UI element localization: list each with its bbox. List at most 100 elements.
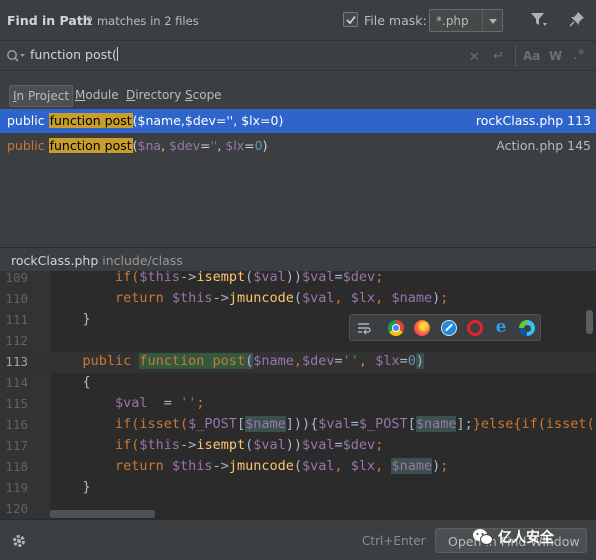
new-line-icon[interactable]: ↵: [493, 49, 504, 64]
code-token: $val: [253, 271, 286, 285]
file-mask-checkbox[interactable]: [343, 12, 358, 27]
code-token: }else{if(isset(: [472, 416, 595, 432]
code-token: jmuncode: [228, 458, 294, 474]
preview-file-path: include/class: [102, 253, 183, 268]
line-number: 116: [5, 417, 28, 432]
divider: [515, 45, 516, 67]
code-token: ;: [375, 437, 384, 453]
result-row[interactable]: public function post($na, $dev='', $lx=0…: [0, 134, 596, 158]
code-token: $this: [171, 458, 213, 474]
line-number: 120: [5, 501, 28, 516]
pin-icon[interactable]: [569, 11, 585, 30]
search-icon[interactable]: [6, 49, 26, 66]
code-token: ->: [180, 437, 197, 453]
result-code: public function post($na, $dev='', $lx=0…: [7, 138, 268, 153]
gear-icon[interactable]: [10, 532, 28, 553]
wechat-logo-icon: [472, 527, 494, 550]
code-token: $name: [391, 458, 433, 474]
result-token: ,: [161, 138, 170, 153]
file-mask-combobox[interactable]: *.php: [429, 9, 503, 32]
code-token: ,: [293, 353, 302, 369]
code-token: $_POST: [358, 416, 408, 432]
code-token: ): [432, 290, 441, 306]
edge-icon[interactable]: [519, 320, 535, 336]
result-location: rockClass.php 113: [475, 113, 591, 128]
code-line: 119 }: [0, 478, 596, 499]
firefox-icon[interactable]: [414, 320, 430, 336]
chrome-icon[interactable]: [388, 320, 404, 336]
chevron-down-icon[interactable]: [482, 10, 502, 31]
dialog-title: Find in Path: [7, 13, 92, 28]
code-token: [: [407, 416, 416, 432]
regex-button[interactable]: .*: [573, 47, 584, 63]
code-text: if($this->isempt($val))$val=$dev;: [50, 437, 383, 453]
code-token: $val: [302, 458, 335, 474]
code-token: $lx: [350, 290, 376, 306]
ie-icon[interactable]: e: [493, 319, 509, 336]
code-token: public: [50, 353, 140, 369]
line-number: 110: [5, 291, 28, 306]
match-case-button[interactable]: Aa: [523, 49, 540, 63]
result-token: ,: [233, 113, 242, 128]
embed-icon[interactable]: [356, 320, 372, 336]
code-token: )): [285, 271, 303, 285]
code-token: {: [50, 374, 91, 390]
vertical-scrollbar[interactable]: [586, 310, 593, 334]
results-list: public function post($name,$dev='', $lx=…: [0, 109, 596, 247]
safari-icon[interactable]: [441, 320, 457, 336]
horizontal-scrollbar[interactable]: [50, 510, 155, 518]
code-token: $lx: [375, 353, 400, 369]
result-code: public function post($name,$dev='', $lx=…: [7, 113, 284, 128]
close-icon[interactable]: ✕: [469, 50, 480, 65]
code-token: ];: [456, 416, 473, 432]
opera-icon[interactable]: [467, 320, 483, 336]
code-token: ,: [334, 458, 351, 474]
result-token: =: [244, 138, 255, 153]
code-token: $val: [115, 395, 148, 411]
result-token: $lx: [225, 138, 245, 153]
code-token: =: [399, 353, 408, 369]
line-number: 117: [5, 438, 28, 453]
result-token: ): [278, 113, 284, 128]
result-token: $name: [137, 113, 181, 128]
code-token: $name: [245, 416, 286, 432]
result-row[interactable]: public function post($name,$dev='', $lx=…: [0, 109, 596, 133]
words-button[interactable]: W: [549, 49, 562, 63]
code-token: $this: [171, 290, 213, 306]
dialog-footer: Ctrl+Enter Open in Find Window 亿人安全: [0, 519, 596, 560]
code-line: 109 if($this->isempt($val))$val=$dev;: [0, 271, 596, 289]
code-token: if(: [50, 437, 140, 453]
code-preview[interactable]: 109 if($this->isempt($val))$val=$dev; 110…: [0, 271, 596, 519]
code-token: ,: [358, 353, 376, 369]
code-token: $dev: [302, 353, 335, 369]
line-number: 112: [5, 333, 28, 348]
code-text: public function post($name,$dev='', $lx=…: [50, 353, 424, 369]
tab-scope[interactable]: Scope: [182, 85, 225, 107]
search-input[interactable]: function post(: [30, 47, 118, 62]
code-token: =: [334, 437, 343, 453]
code-line: 114 {: [0, 373, 596, 394]
code-line: 118 return $this->jmuncode($val, $lx, $n…: [0, 457, 596, 478]
code-token: $name: [253, 353, 294, 369]
preview-file-name: rockClass.php: [11, 253, 99, 268]
code-token: =: [334, 271, 343, 285]
preview-file-bar: rockClass.php include/class: [0, 247, 596, 271]
result-token: $lx: [241, 113, 261, 128]
code-text: }: [50, 479, 91, 495]
tab-in-project[interactable]: In Project: [9, 85, 74, 107]
code-token: (: [245, 271, 254, 285]
code-token: $dev: [342, 271, 376, 285]
code-token: $name: [391, 290, 433, 306]
tab-module[interactable]: Module: [72, 85, 122, 107]
code-token: (: [293, 290, 302, 306]
code-token: $val: [318, 416, 351, 432]
match-count: 2 matches in 2 files: [86, 14, 199, 28]
result-token: =: [200, 138, 211, 153]
result-token: =: [260, 113, 271, 128]
funnel-icon[interactable]: [530, 12, 548, 31]
code-token: }: [50, 311, 91, 327]
code-line: 116 if(isset($_POST[$name])){$val=$_POST…: [0, 415, 596, 436]
line-number: 111: [5, 312, 28, 327]
code-token: $name: [415, 416, 457, 432]
tab-directory[interactable]: Directory: [123, 85, 184, 107]
